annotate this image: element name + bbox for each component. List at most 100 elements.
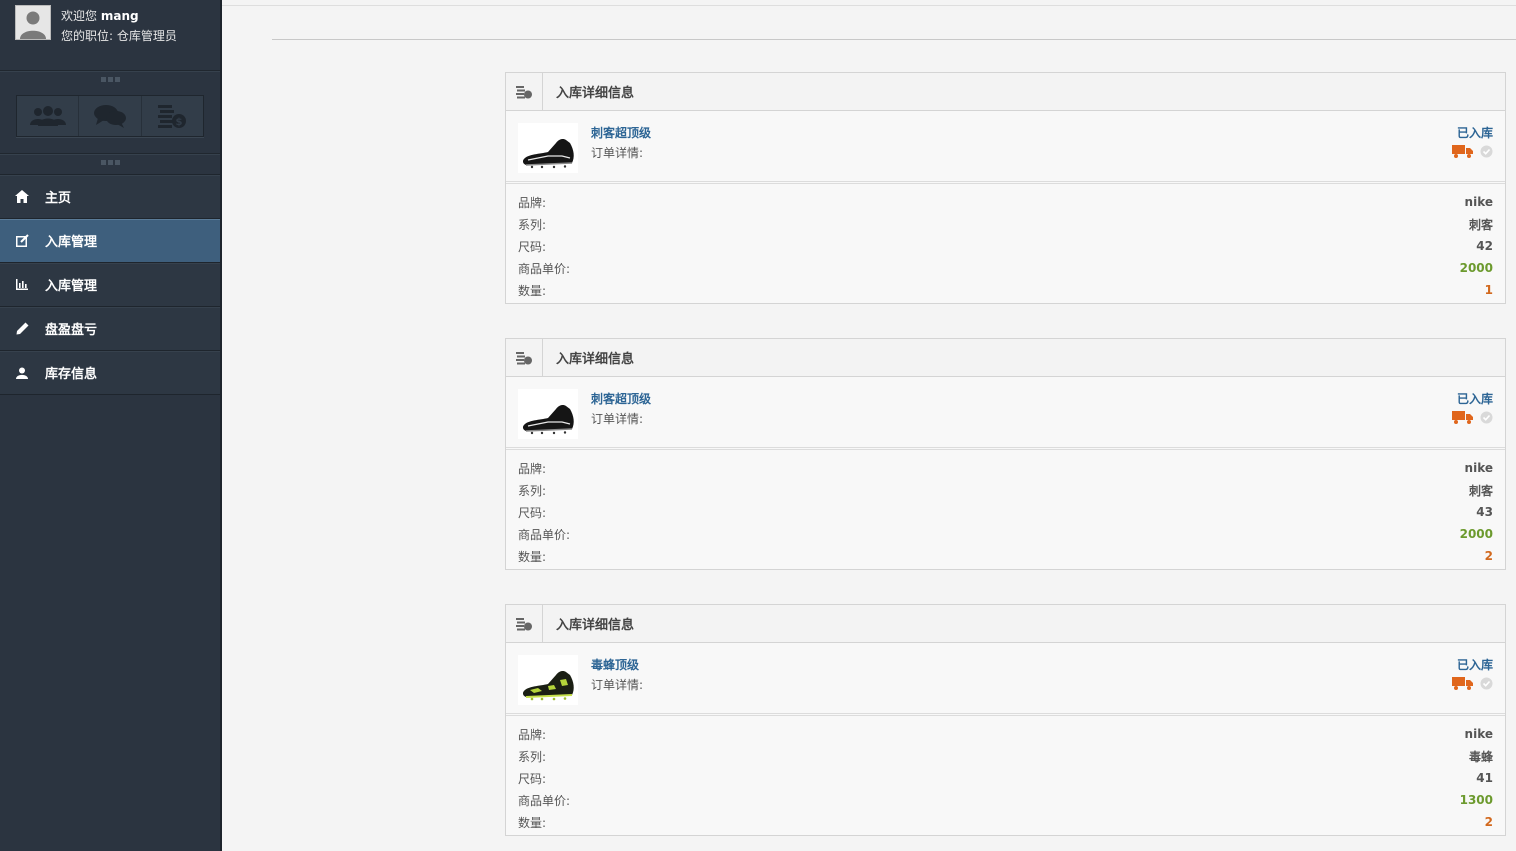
detail-row-series: 系列: 毒蜂 <box>506 745 1505 767</box>
row-key: 商品单价: <box>518 793 571 808</box>
check-circle-icon <box>1480 145 1493 158</box>
row-key: 品牌: <box>518 195 547 210</box>
avatar[interactable] <box>15 5 51 40</box>
content-divider <box>272 39 1516 40</box>
check-circle-icon <box>1480 677 1493 690</box>
row-value: nike <box>1464 195 1493 209</box>
product-summary: 刺客超顶级 订单详情: 已入库 <box>506 111 1505 184</box>
truck-icon <box>1452 411 1473 424</box>
coins-icon <box>506 73 543 110</box>
welcome-prefix: 欢迎您 <box>61 9 98 23</box>
boot-black-icon <box>522 139 574 169</box>
row-value: 刺客 <box>1468 217 1493 232</box>
status-icons <box>1452 677 1493 690</box>
shortcut-chat[interactable] <box>79 96 142 136</box>
product-name-link[interactable]: 刺客超顶级 <box>591 124 651 141</box>
user-silhouette-icon <box>16 6 50 39</box>
row-value: 42 <box>1476 239 1493 253</box>
divider-grip <box>0 70 220 83</box>
row-key: 系列: <box>518 749 547 764</box>
sidebar-item-home[interactable]: 主页 <box>0 175 220 219</box>
detail-row-size: 尺码: 41 <box>506 767 1505 789</box>
product-image[interactable] <box>518 655 578 705</box>
status-badge: 已入库 <box>1456 392 1493 406</box>
product-summary: 刺客超顶级 订单详情: 已入库 <box>506 377 1505 450</box>
detail-row-price: 商品单价: 2000 <box>506 523 1505 545</box>
panel-header: 入库详细信息 <box>506 605 1505 643</box>
row-key: 数量: <box>518 283 547 298</box>
panel-title: 入库详细信息 <box>556 618 635 633</box>
user-icon <box>15 366 29 380</box>
status-icons <box>1452 145 1493 158</box>
row-key: 品牌: <box>518 461 547 476</box>
detail-row-size: 尺码: 42 <box>506 235 1505 257</box>
status-icons <box>1452 411 1493 424</box>
panel-header: 入库详细信息 <box>506 73 1505 111</box>
pencil-icon <box>15 322 29 336</box>
row-value: 2000 <box>1459 527 1493 541</box>
row-key: 商品单价: <box>518 261 571 276</box>
sidebar-item-label: 入库管理 <box>45 279 98 294</box>
row-value: 2 <box>1484 815 1493 829</box>
sidebar-item-label: 盘盈盘亏 <box>45 323 98 338</box>
row-value: 41 <box>1476 771 1493 785</box>
status-badge: 已入库 <box>1456 126 1493 140</box>
inbound-detail-panel: 入库详细信息 毒蜂顶级 订单详情: 已入库 品牌: nike 系列: 毒蜂 尺码: 4… <box>505 604 1506 836</box>
svg-text:$: $ <box>176 117 183 128</box>
detail-list: 品牌: nike 系列: 毒蜂 尺码: 41 商品单价: 1300 数量: 2 <box>506 716 1505 833</box>
row-key: 尺码: <box>518 239 547 254</box>
sidebar-item-stock-info[interactable]: 库存信息 <box>0 351 220 395</box>
panel-title: 入库详细信息 <box>556 352 635 367</box>
order-detail-label: 订单详情: <box>591 146 644 160</box>
row-value: nike <box>1464 461 1493 475</box>
coins-icon <box>506 339 543 376</box>
row-value: 1 <box>1484 283 1493 297</box>
sidebar-item-inbound-stats[interactable]: 入库管理 <box>0 263 220 307</box>
product-name-link[interactable]: 毒蜂顶级 <box>591 656 639 673</box>
truck-icon <box>1452 145 1473 158</box>
row-value: 刺客 <box>1468 483 1493 498</box>
row-key: 尺码: <box>518 771 547 786</box>
row-key: 数量: <box>518 815 547 830</box>
detail-row-brand: 品牌: nike <box>506 457 1505 479</box>
product-image[interactable] <box>518 389 578 439</box>
boot-black-icon <box>522 405 574 435</box>
row-value: 1300 <box>1459 793 1493 807</box>
username: mang <box>100 9 139 23</box>
row-key: 商品单价: <box>518 527 571 542</box>
role-text: 您的职位: 仓库管理员 <box>61 27 177 44</box>
panel-header: 入库详细信息 <box>506 339 1505 377</box>
sidebar-item-label: 主页 <box>45 191 72 206</box>
detail-row-size: 尺码: 43 <box>506 501 1505 523</box>
order-detail-label: 订单详情: <box>591 412 644 426</box>
row-value: 2 <box>1484 549 1493 563</box>
check-circle-icon <box>1480 411 1493 424</box>
chat-icon <box>93 105 126 128</box>
detail-row-quantity: 数量: 2 <box>506 545 1505 567</box>
welcome-text: 欢迎您 mang <box>61 7 139 24</box>
role-label: 您的职位: <box>61 29 114 43</box>
detail-row-price: 商品单价: 2000 <box>506 257 1505 279</box>
detail-row-brand: 品牌: nike <box>506 723 1505 745</box>
row-key: 数量: <box>518 549 547 564</box>
detail-row-quantity: 数量: 1 <box>506 279 1505 301</box>
coins-icon: $ <box>158 105 187 128</box>
shortcut-users[interactable] <box>17 96 80 136</box>
row-value: 毒蜂 <box>1468 749 1493 764</box>
panel-title: 入库详细信息 <box>556 86 635 101</box>
row-value: nike <box>1464 727 1493 741</box>
detail-row-series: 系列: 刺客 <box>506 479 1505 501</box>
inbound-detail-panel: 入库详细信息 刺客超顶级 订单详情: 已入库 品牌: nike 系列: 刺客 尺码:… <box>505 338 1506 570</box>
sidebar-item-inbound-edit[interactable]: 入库管理 <box>0 219 220 263</box>
sidebar-item-label: 库存信息 <box>45 367 98 382</box>
row-key: 尺码: <box>518 505 547 520</box>
sidebar-nav: 主页 入库管理 入库管理 盘盈盘亏 库存信息 <box>0 174 220 395</box>
shortcut-coins[interactable]: $ <box>141 96 203 136</box>
sidebar-item-inventory-check[interactable]: 盘盈盘亏 <box>0 307 220 351</box>
role-value: 仓库管理员 <box>116 29 177 43</box>
product-image[interactable] <box>518 123 578 173</box>
product-name-link[interactable]: 刺客超顶级 <box>591 390 651 407</box>
divider-grip <box>0 153 220 166</box>
user-info: 欢迎您 mang 您的职位: 仓库管理员 <box>0 0 220 70</box>
shortcut-bar: $ <box>16 95 204 137</box>
